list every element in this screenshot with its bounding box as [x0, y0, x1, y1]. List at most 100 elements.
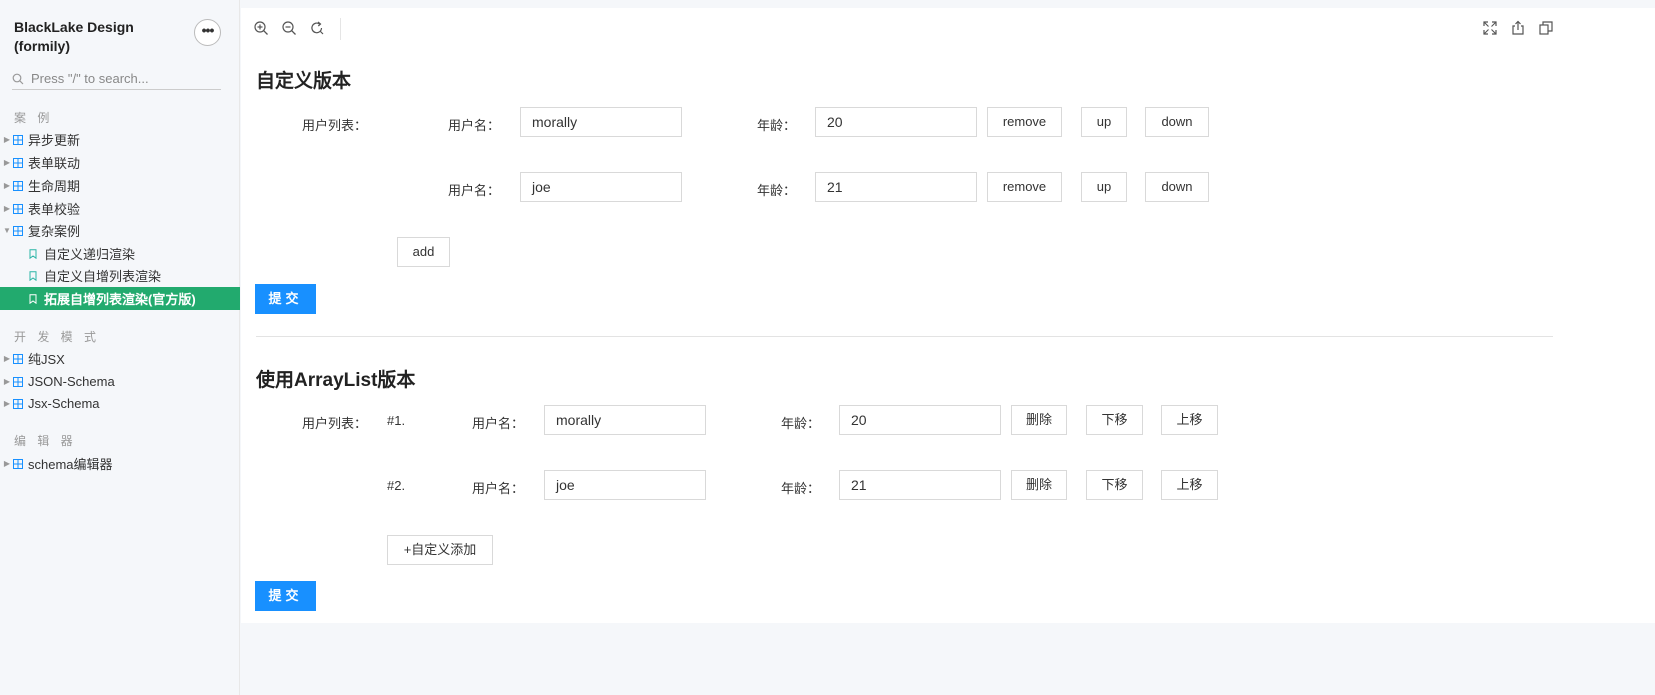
username-input[interactable]: joe	[520, 172, 682, 202]
reset-icon[interactable]	[309, 20, 325, 36]
section-title-arraylist: 使用ArrayList版本	[256, 370, 416, 391]
bookmark-icon	[29, 293, 37, 304]
group-title-examples: 案 例	[14, 111, 54, 125]
up-button[interactable]: up	[1081, 107, 1127, 137]
nav-item-pure-jsx[interactable]: ▶ 纯JSX	[0, 347, 240, 370]
search-input[interactable]	[31, 71, 216, 86]
fullscreen-icon[interactable]	[1482, 20, 1498, 36]
section-title-custom: 自定义版本	[256, 71, 352, 92]
row-index: #2.	[387, 478, 406, 493]
bookmark-icon	[29, 248, 37, 259]
username-input[interactable]: joe	[544, 470, 706, 500]
nav-item-label: 拓展自增列表渲染(官方版)	[44, 292, 196, 307]
nav-item-label: JSON-Schema	[28, 374, 115, 389]
nav-item-custom-recursive[interactable]: 自定义递归渲染	[0, 242, 240, 265]
nav-item-extended-list-official[interactable]: 拓展自增列表渲染(官方版)	[0, 287, 240, 310]
submit-button[interactable]: 提交	[255, 581, 316, 611]
caret-right-icon: ▶	[3, 158, 11, 167]
remove-button[interactable]: remove	[987, 107, 1062, 137]
nav-item-label: 生命周期	[28, 179, 81, 194]
remove-button[interactable]: remove	[987, 172, 1062, 202]
row-index: #1.	[387, 413, 406, 428]
nav-item-async-update[interactable]: ▶ 异步更新	[0, 128, 240, 151]
nav-item-label: 自定义自增列表渲染	[44, 269, 162, 284]
share-icon[interactable]	[1510, 20, 1526, 36]
nav-item-json-schema[interactable]: ▶ JSON-Schema	[0, 370, 240, 393]
group-title-dev-mode: 开 发 模 式	[14, 330, 101, 344]
zoom-out-icon[interactable]	[281, 20, 297, 36]
component-icon	[13, 398, 23, 409]
more-button[interactable]: •••	[194, 19, 221, 46]
nav-item-schema-editor[interactable]: ▶ schema编辑器	[0, 452, 240, 475]
caret-right-icon: ▶	[3, 204, 11, 213]
down-button[interactable]: down	[1145, 107, 1209, 137]
caret-right-icon: ▶	[3, 181, 11, 190]
age-input[interactable]: 21	[839, 470, 1001, 500]
age-label: 年龄：	[757, 118, 797, 133]
username-input[interactable]: morally	[520, 107, 682, 137]
move-down-button[interactable]: 下移	[1086, 405, 1143, 435]
move-up-button[interactable]: 上移	[1161, 405, 1218, 435]
nav-item-form-validation[interactable]: ▶ 表单校验	[0, 197, 240, 220]
nav-item-label: 表单校验	[28, 202, 81, 217]
caret-right-icon: ▶	[3, 354, 11, 363]
caret-down-icon: ▼	[3, 226, 11, 235]
zoom-in-icon[interactable]	[253, 20, 269, 36]
component-icon	[13, 353, 23, 364]
nav-item-lifecycle[interactable]: ▶ 生命周期	[0, 174, 240, 197]
down-button[interactable]: down	[1145, 172, 1209, 202]
submit-button[interactable]: 提交	[255, 284, 316, 314]
toolbar-divider	[340, 18, 341, 40]
username-label: 用户名：	[448, 183, 501, 198]
delete-button[interactable]: 删除	[1011, 470, 1067, 500]
caret-right-icon: ▶	[3, 377, 11, 386]
age-label: 年龄：	[781, 481, 821, 496]
brand-title: BlackLake Design (formily)	[14, 19, 134, 54]
user-list-label: 用户列表：	[302, 118, 368, 133]
component-icon	[13, 203, 23, 214]
move-down-button[interactable]: 下移	[1086, 470, 1143, 500]
username-input[interactable]: morally	[544, 405, 706, 435]
nav-item-label: 复杂案例	[28, 224, 81, 239]
preview-toolbar	[241, 8, 1655, 48]
caret-right-icon: ▶	[3, 459, 11, 468]
delete-button[interactable]: 删除	[1011, 405, 1067, 435]
component-icon	[13, 157, 23, 168]
nav-item-label: Jsx-Schema	[28, 396, 100, 411]
username-label: 用户名：	[448, 118, 501, 133]
custom-add-button[interactable]: +自定义添加	[387, 535, 493, 565]
nav-item-custom-list[interactable]: 自定义自增列表渲染	[0, 264, 240, 287]
nav-item-complex-cases[interactable]: ▼ 复杂案例	[0, 219, 240, 242]
user-list-label: 用户列表：	[302, 416, 368, 431]
search-bar[interactable]	[12, 68, 221, 90]
section-divider	[256, 336, 1553, 337]
add-button[interactable]: add	[397, 237, 450, 267]
nav-item-jsx-schema[interactable]: ▶ Jsx-Schema	[0, 392, 240, 415]
age-input[interactable]: 20	[815, 107, 977, 137]
up-button[interactable]: up	[1081, 172, 1127, 202]
caret-right-icon: ▶	[3, 399, 11, 408]
nav-item-label: 纯JSX	[28, 352, 65, 367]
group-title-editor: 编 辑 器	[14, 434, 77, 448]
search-icon	[12, 73, 24, 84]
username-label: 用户名：	[472, 416, 525, 431]
nav-item-label: schema编辑器	[28, 457, 113, 472]
component-icon	[13, 458, 23, 469]
username-label: 用户名：	[472, 481, 525, 496]
copy-icon[interactable]	[1538, 20, 1554, 36]
move-up-button[interactable]: 上移	[1161, 470, 1218, 500]
component-icon	[13, 376, 23, 387]
bookmark-icon	[29, 270, 37, 281]
nav-item-form-linkage[interactable]: ▶ 表单联动	[0, 151, 240, 174]
nav-item-label: 异步更新	[28, 133, 81, 148]
age-input[interactable]: 21	[815, 172, 977, 202]
sidebar: BlackLake Design (formily) ••• 案 例 ▶ 异步更…	[0, 0, 240, 695]
component-icon	[13, 225, 23, 236]
nav-item-label: 自定义递归渲染	[44, 247, 136, 262]
component-icon	[13, 134, 23, 145]
component-icon	[13, 180, 23, 191]
caret-right-icon: ▶	[3, 135, 11, 144]
nav-item-label: 表单联动	[28, 156, 81, 171]
age-input[interactable]: 20	[839, 405, 1001, 435]
main-panel: 自定义版本 用户列表： 用户名： morally 年龄： 20 remove u…	[241, 8, 1655, 623]
